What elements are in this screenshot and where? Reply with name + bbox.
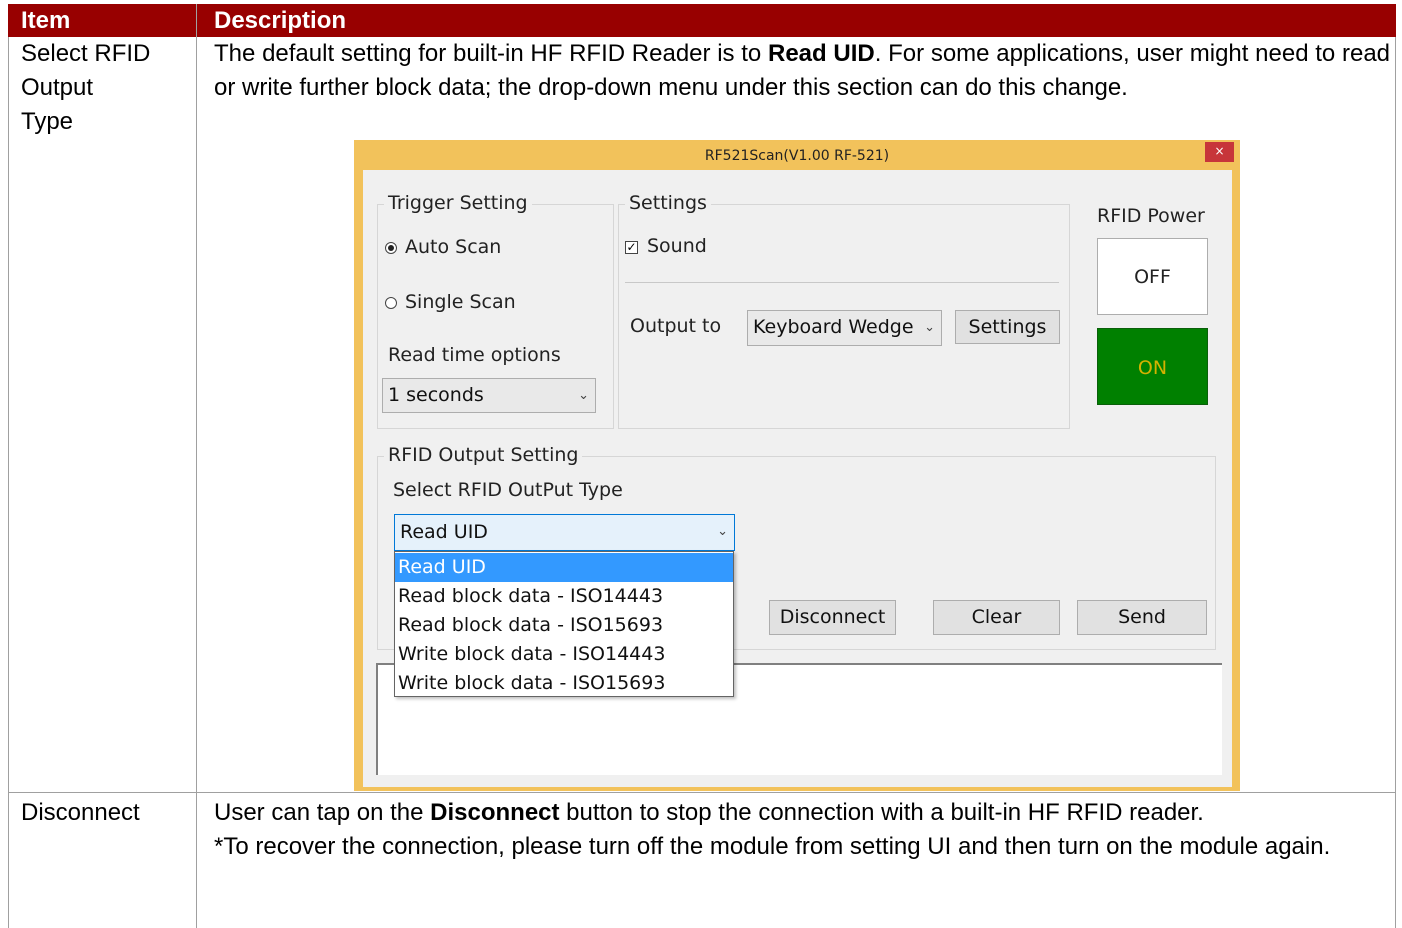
row1-desc-bold: Read UID <box>768 40 875 67</box>
clear-button[interactable]: Clear <box>933 600 1060 635</box>
row2-desc-bold: Disconnect <box>430 799 560 826</box>
auto-scan-label[interactable]: Auto Scan <box>405 236 501 258</box>
power-off-button[interactable]: OFF <box>1097 238 1208 315</box>
sound-label[interactable]: Sound <box>647 235 707 257</box>
row1-item: Select RFID Output Type <box>21 37 201 139</box>
close-icon[interactable]: × <box>1205 142 1234 162</box>
window-client: Trigger Setting Auto Scan Single Scan Re… <box>363 170 1232 787</box>
output-type-value: Read UID <box>400 521 488 543</box>
row2-item: Disconnect <box>21 796 201 830</box>
sound-checkbox[interactable]: ✓ <box>625 241 638 254</box>
read-time-value: 1 seconds <box>388 384 484 406</box>
disconnect-button[interactable]: Disconnect <box>769 600 896 635</box>
table-border-right <box>1395 37 1396 928</box>
header-item: Item <box>21 7 71 34</box>
trigger-setting-label: Trigger Setting <box>384 192 532 214</box>
single-scan-label[interactable]: Single Scan <box>405 291 516 313</box>
rf521scan-window: RF521Scan(V1.00 RF-521) × Trigger Settin… <box>354 140 1240 791</box>
chevron-down-icon: ⌄ <box>717 524 728 539</box>
table-divider <box>196 4 197 928</box>
settings-label: Settings <box>625 192 711 214</box>
header-description: Description <box>214 7 347 34</box>
rfid-power-label: RFID Power <box>1097 205 1205 227</box>
table-header: Item Description <box>8 4 1396 37</box>
send-button[interactable]: Send <box>1077 600 1207 635</box>
read-time-select[interactable]: 1 seconds ⌄ <box>382 378 596 413</box>
dropdown-option-write-iso14443[interactable]: Write block data - ISO14443 <box>395 640 733 669</box>
rfid-output-label: RFID Output Setting <box>384 444 583 466</box>
row2-desc-note: *To recover the connection, please turn … <box>214 833 1331 860</box>
power-on-button[interactable]: ON <box>1097 328 1208 405</box>
output-type-select[interactable]: Read UID ⌄ <box>394 514 735 551</box>
row2-desc-text: User can tap on the <box>214 799 431 826</box>
row-separator <box>8 792 1396 793</box>
settings-divider <box>625 282 1059 283</box>
output-to-label: Output to <box>630 315 722 337</box>
output-to-value: Keyboard Wedge <box>753 316 914 338</box>
table-border-left <box>8 37 9 928</box>
dropdown-option-read-iso15693[interactable]: Read block data - ISO15693 <box>395 611 733 640</box>
read-time-label: Read time options <box>388 344 561 366</box>
window-title: RF521Scan(V1.00 RF-521) <box>704 148 890 164</box>
output-to-select[interactable]: Keyboard Wedge ⌄ <box>747 310 942 346</box>
row1-item-line: Type <box>21 108 74 135</box>
single-scan-radio[interactable] <box>385 297 397 309</box>
dropdown-option-read-iso14443[interactable]: Read block data - ISO14443 <box>395 582 733 611</box>
settings-button[interactable]: Settings <box>955 310 1060 344</box>
row1-item-line: Select RFID <box>21 40 151 67</box>
row2-desc-text: button to stop the connection with a bui… <box>559 799 1204 826</box>
chevron-down-icon: ⌄ <box>578 388 589 403</box>
row2-desc-para: User can tap on the Disconnect button to… <box>214 796 1390 830</box>
dropdown-option-read-uid[interactable]: Read UID <box>395 553 733 582</box>
row1-description: The default setting for built-in HF RFID… <box>214 37 1390 105</box>
output-type-label: Select RFID OutPut Type <box>393 479 623 501</box>
auto-scan-radio[interactable] <box>385 242 397 254</box>
row2-item-line: Disconnect <box>21 799 140 826</box>
chevron-down-icon: ⌄ <box>924 320 935 335</box>
dropdown-option-write-iso15693[interactable]: Write block data - ISO15693 <box>395 669 733 698</box>
output-type-dropdown: Read UID Read block data - ISO14443 Read… <box>394 551 734 697</box>
row2-description: User can tap on the Disconnect button to… <box>214 796 1390 864</box>
row1-desc-text: The default setting for built-in HF RFID… <box>214 40 768 67</box>
row1-item-line: Output <box>21 74 94 101</box>
